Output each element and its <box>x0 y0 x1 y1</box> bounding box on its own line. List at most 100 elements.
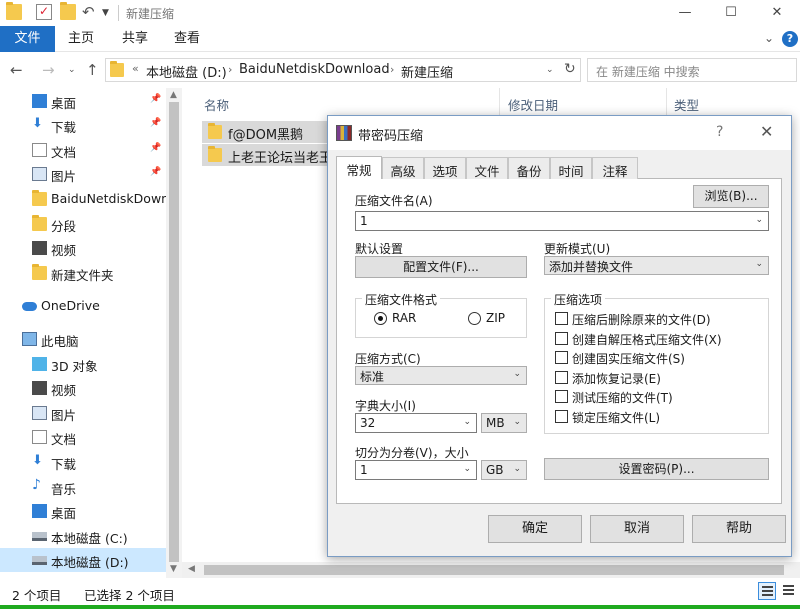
method-select[interactable]: 标准 ⌄ <box>355 366 527 385</box>
chevron-down-icon[interactable]: ⌄ <box>755 215 763 225</box>
minimize-button[interactable]: — <box>662 0 708 26</box>
up-arrow-icon[interactable]: ↑ <box>86 61 99 79</box>
sidebar-item[interactable]: 文档 📌 <box>0 138 166 162</box>
browse-button[interactable]: 浏览(B)... <box>693 185 769 208</box>
split-unit-select[interactable]: GB ⌄ <box>481 460 527 480</box>
option-checkbox[interactable] <box>555 351 568 365</box>
large-icons-view-icon[interactable] <box>780 582 798 600</box>
sidebar-item[interactable]: 桌面 📌 <box>0 89 166 113</box>
sidebar-item[interactable]: 桌面 <box>0 499 166 523</box>
nav-scrollbar[interactable]: ▲ ▼ <box>166 88 182 578</box>
sidebar-item[interactable]: 文档 <box>0 425 166 449</box>
tab-file[interactable]: 文件 <box>0 26 55 52</box>
help-icon[interactable]: ? <box>782 31 798 47</box>
rar-label[interactable]: RAR <box>392 311 416 325</box>
option-label[interactable]: 压缩后删除原来的文件(D) <box>572 311 711 328</box>
archive-name-field[interactable]: 1 ⌄ <box>355 211 769 231</box>
sidebar-item[interactable]: 图片 <box>0 401 166 425</box>
pin-icon[interactable]: 📌 <box>150 167 161 177</box>
dialog-help-icon[interactable]: ? <box>716 124 723 140</box>
sidebar-item[interactable]: 本地磁盘 (C:) <box>0 524 166 548</box>
sidebar-item[interactable]: OneDrive <box>0 294 166 318</box>
sidebar-item[interactable]: 视频 <box>0 376 166 400</box>
set-password-button[interactable]: 设置密码(P)... <box>544 458 769 480</box>
dialog-tab[interactable]: 时间 <box>550 157 592 179</box>
column-header-name[interactable]: 名称 <box>204 95 229 114</box>
column-divider[interactable] <box>666 88 667 116</box>
back-arrow-icon[interactable]: ← <box>10 61 23 79</box>
quick-access-dropdown-icon[interactable]: ▼ <box>102 8 118 24</box>
chevron-down-icon[interactable]: ⌄ <box>463 464 471 474</box>
option-label[interactable]: 添加恢复记录(E) <box>572 370 661 387</box>
column-header-date[interactable]: 修改日期 <box>508 95 558 114</box>
horizontal-scroll-thumb[interactable] <box>204 565 784 575</box>
breadcrumb-current-folder[interactable]: 新建压缩 <box>401 62 453 81</box>
dialog-tab[interactable]: 备份 <box>508 157 550 179</box>
forward-arrow-icon[interactable]: → <box>42 61 55 79</box>
split-volume-field[interactable]: 1 ⌄ <box>355 460 477 480</box>
horizontal-scrollbar[interactable]: ◀ <box>182 562 800 578</box>
chevron-down-icon[interactable]: ⌄ <box>513 369 521 379</box>
chevron-down-icon[interactable]: ⌄ <box>755 259 763 269</box>
dialog-tab[interactable]: 文件 <box>466 157 508 179</box>
sidebar-item[interactable]: ⬇ 下载 <box>0 450 166 474</box>
chevron-down-icon[interactable]: ⌄ <box>764 31 774 45</box>
maximize-button[interactable]: ☐ <box>708 0 754 26</box>
search-input[interactable]: 在 新建压缩 中搜索 <box>587 58 797 82</box>
address-bar[interactable]: « 本地磁盘 (D:) › BaiduNetdiskDownload › 新建压… <box>105 58 581 82</box>
new-folder-icon[interactable] <box>60 2 76 20</box>
sidebar-item[interactable]: 3D 对象 <box>0 352 166 376</box>
dialog-tab[interactable]: 常规 <box>336 156 382 179</box>
dialog-tab[interactable]: 选项 <box>424 157 466 179</box>
breadcrumb-baidunetdiskdownload[interactable]: BaiduNetdiskDownload <box>239 62 390 77</box>
pin-icon[interactable]: 📌 <box>150 143 161 153</box>
dialog-tab[interactable]: 注释 <box>592 157 638 179</box>
sidebar-item[interactable]: BaiduNetdiskDown <box>0 187 169 211</box>
scroll-up-icon[interactable]: ▲ <box>170 90 177 100</box>
option-checkbox[interactable] <box>555 410 568 423</box>
sidebar-item[interactable]: 分段 <box>0 212 166 236</box>
column-divider[interactable] <box>499 88 500 116</box>
sidebar-item[interactable]: 图片 📌 <box>0 162 166 186</box>
chevron-down-icon[interactable]: ⌄ <box>463 417 471 427</box>
option-checkbox[interactable] <box>555 370 568 384</box>
details-view-icon[interactable] <box>758 582 776 600</box>
tab-home[interactable]: 主页 <box>68 26 94 52</box>
zip-label[interactable]: ZIP <box>486 311 505 325</box>
sidebar-item[interactable]: ⬇ 下载 📌 <box>0 113 166 137</box>
option-label[interactable]: 测试压缩的文件(T) <box>572 389 673 406</box>
help-button[interactable]: 帮助 <box>692 515 786 543</box>
zip-radio[interactable] <box>468 312 481 325</box>
ok-button[interactable]: 确定 <box>488 515 582 543</box>
properties-checkbox-icon[interactable] <box>36 4 52 20</box>
sidebar-item[interactable]: 本地磁盘 (D:) <box>0 548 166 572</box>
option-label[interactable]: 创建固实压缩文件(S) <box>572 350 685 367</box>
scroll-down-icon[interactable]: ▼ <box>170 564 177 574</box>
nav-scroll-thumb[interactable] <box>169 102 179 562</box>
file-row[interactable]: 上老王论坛当老王 <box>202 144 342 166</box>
dictionary-size-select[interactable]: 32 ⌄ <box>355 413 477 433</box>
refresh-icon[interactable]: ↻ <box>564 61 576 77</box>
address-dropdown-icon[interactable]: ⌄ <box>546 65 554 75</box>
recent-locations-dropdown-icon[interactable]: ⌄ <box>68 65 76 75</box>
breadcrumb-overflow-icon[interactable]: « <box>132 62 139 75</box>
tab-view[interactable]: 查看 <box>174 26 200 52</box>
profiles-button[interactable]: 配置文件(F)... <box>355 256 527 278</box>
sidebar-item[interactable]: ♪ 音乐 <box>0 475 166 499</box>
option-label[interactable]: 锁定压缩文件(L) <box>572 409 660 426</box>
chevron-right-icon[interactable]: › <box>390 63 394 76</box>
file-row[interactable]: f@DOM黑鹅 <box>202 121 342 143</box>
undo-icon[interactable]: ↶ <box>82 3 98 21</box>
tab-share[interactable]: 共享 <box>122 26 148 52</box>
cancel-button[interactable]: 取消 <box>590 515 684 543</box>
sidebar-item[interactable]: 视频 <box>0 236 166 260</box>
dictionary-unit-select[interactable]: MB ⌄ <box>481 413 527 433</box>
option-checkbox[interactable] <box>555 390 568 404</box>
breadcrumb-drive-d[interactable]: 本地磁盘 (D:) <box>146 62 227 81</box>
sidebar-item[interactable]: 此电脑 <box>0 327 166 351</box>
chevron-down-icon[interactable]: ⌄ <box>513 417 521 427</box>
close-icon[interactable]: ✕ <box>760 122 773 141</box>
pin-icon[interactable]: 📌 <box>150 118 161 128</box>
dialog-tab[interactable]: 高级 <box>382 157 424 179</box>
close-button[interactable]: ✕ <box>754 0 800 26</box>
